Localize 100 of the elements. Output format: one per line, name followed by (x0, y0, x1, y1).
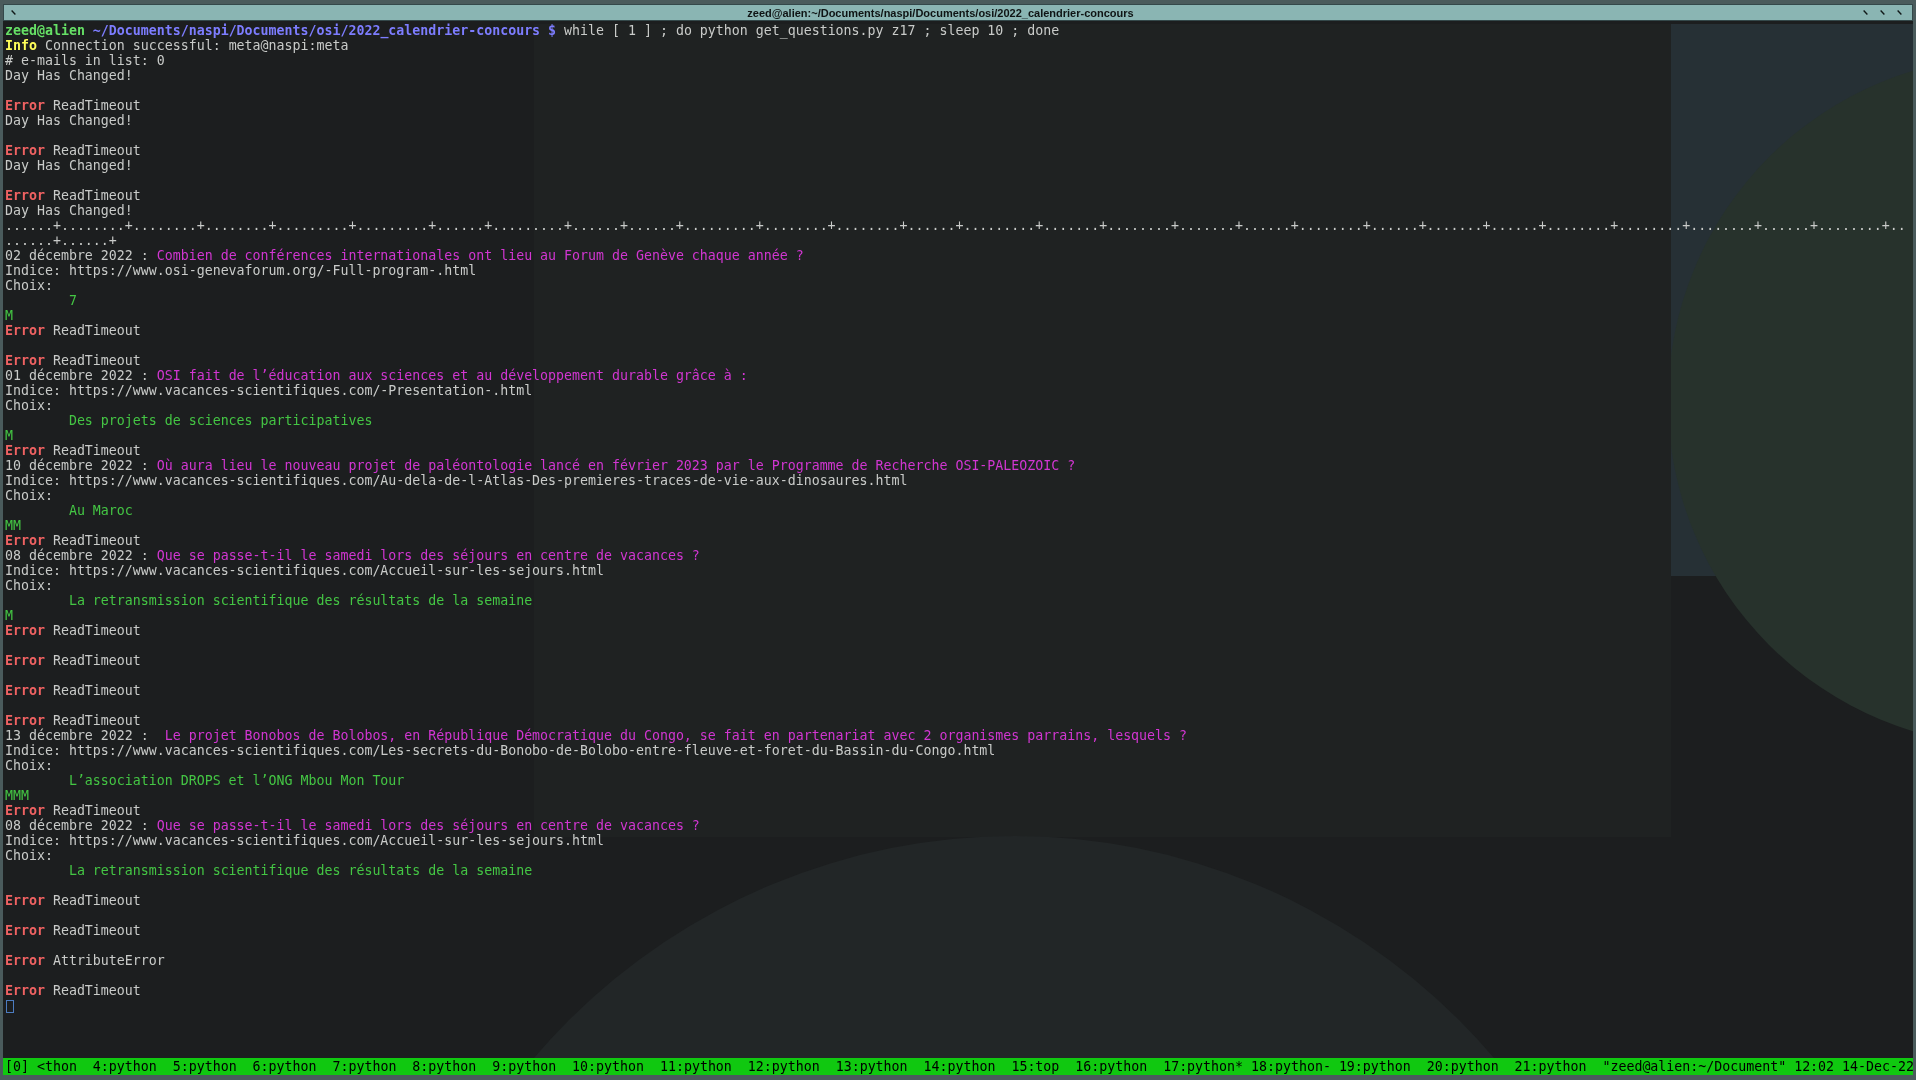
log-level-label: Error (5, 713, 45, 728)
window-tab[interactable]: 18:python- (1251, 1058, 1331, 1075)
output-line: Choix: (5, 758, 53, 773)
log-message: ReadTimeout (52, 983, 141, 998)
window-title: zeed@alien:~/Documents/naspi/Documents/osi/2022_calendrier-concours (747, 6, 1134, 19)
output-line: # e-mails in list: 0 (5, 53, 165, 68)
answer-text: L’association DROPS et l’ONG Mbou Mon Tour (68, 773, 405, 788)
output-line: Indice: https://www.vacances-scientifiques.com/-Presentation-.html (5, 383, 533, 398)
output-line: Choix: (5, 278, 53, 293)
log-message: ReadTimeout (52, 353, 141, 368)
window-tab[interactable]: 17:python* (1163, 1058, 1244, 1075)
log-message: ReadTimeout (52, 683, 141, 698)
output-line: Day Has Changed! (5, 203, 133, 218)
window-tab[interactable]: 16:python (1075, 1058, 1148, 1075)
question-date: 08 décembre 2022 : (5, 818, 149, 833)
mark-text: M (5, 608, 13, 623)
window-tab[interactable]: 10:python (572, 1058, 644, 1075)
prompt-symbol: $ (548, 23, 557, 38)
window-tab[interactable]: 11:python (659, 1058, 732, 1075)
log-level-label: Error (5, 353, 45, 368)
window-tab[interactable]: 9:python (492, 1058, 557, 1075)
window-tab[interactable]: 7:python (332, 1058, 397, 1075)
answer-text: La retransmission scientifique des résultats de la semaine (68, 863, 533, 878)
output-line: Choix: (5, 578, 53, 593)
clock-time: 12:02 (1794, 1058, 1835, 1075)
question-date: 01 décembre 2022 : (5, 368, 149, 383)
window-tab[interactable]: 20:python (1426, 1058, 1499, 1075)
mark-text: MM (5, 518, 21, 533)
log-level-label: Error (5, 443, 45, 458)
output-line: ......+........+........+........+.........+.........+......+.........+......+......+.........+........+........+......+.........+.......+........+.......+......+........+......+.......+......+........+........+........+......+........+.. (5, 218, 1906, 233)
window-tab[interactable]: 14:python (923, 1058, 996, 1075)
output-line: Indice: https://www.vacances-scientifiques.com/Au-dela-de-l-Atlas-Des-premieres-traces-de-vie-aux-dinosaures.html (5, 473, 908, 488)
question-date: 08 décembre 2022 : (5, 548, 149, 563)
output-line: Day Has Changed! (5, 68, 133, 83)
log-level-label: Error (5, 923, 45, 938)
output-line: Indice: https://www.vacances-scientifiques.com/Les-secrets-du-Bonobo-de-Bolobo-entre-fleuve-et-foret-du-Bassin-du-Congo.html (5, 743, 996, 758)
clock-date: 14-Dec-22 (1842, 1058, 1913, 1075)
log-level-label: Error (5, 653, 45, 668)
window-control-icon[interactable] (1863, 10, 1868, 15)
answer-text: La retransmission scientifique des résultats de la semaine (68, 593, 533, 608)
output-line: Choix: (5, 398, 53, 413)
log-message: ReadTimeout (52, 98, 141, 113)
question-text: OSI fait de l’éducation aux sciences et au développement durable grâce à : (156, 368, 748, 383)
log-message: ReadTimeout (52, 623, 141, 638)
mark-text: M (5, 428, 13, 443)
window-tab[interactable]: 5:python (172, 1058, 237, 1075)
mark-text: MMM (5, 788, 29, 803)
output-line: Indice: https://www.vacances-scientifiques.com/Accueil-sur-les-sejours.html (5, 833, 604, 848)
question-text: Le projet Bonobos de Bolobos, en République Démocratique du Congo, se fait en partenariat avec 2 organismes parrains, lesquels ? (163, 728, 1188, 743)
answer-text: Au Maroc (68, 503, 133, 518)
window-tab[interactable]: 15:top (1011, 1058, 1060, 1075)
window-tab[interactable]: 13:python (835, 1058, 908, 1075)
question-date: 10 décembre 2022 : (5, 458, 149, 473)
question-text: Combien de conférences internationales ont lieu au Forum de Genève chaque année ? (156, 248, 804, 263)
text-cursor (6, 999, 14, 1013)
output-line: Choix: (5, 488, 53, 503)
window-menu-icon[interactable] (11, 10, 16, 15)
log-message: ReadTimeout (52, 323, 141, 338)
log-level-label: Error (5, 533, 45, 548)
output-line: Day Has Changed! (5, 158, 133, 173)
output-line: Choix: (5, 848, 53, 863)
window-tab[interactable]: 8:python (412, 1058, 477, 1075)
output-line: Indice: https://www.vacances-scientifiques.com/Accueil-sur-les-sejours.html (5, 563, 604, 578)
log-message: ReadTimeout (52, 803, 141, 818)
output-line: ......+......+ (5, 233, 117, 248)
window-control-icon[interactable] (1880, 10, 1885, 15)
command-text: while [ 1 ] ; do python get_questions.py z17 ; sleep 10 ; done (564, 23, 1060, 38)
window-tab[interactable]: 19:python (1338, 1058, 1411, 1075)
log-message: ReadTimeout (52, 893, 141, 908)
pane-title: "zeed@alien:~/Document" (1602, 1058, 1787, 1075)
mark-text: M (5, 308, 13, 323)
log-message: ReadTimeout (52, 443, 141, 458)
log-message: ReadTimeout (52, 653, 141, 668)
log-level-label: Error (5, 893, 45, 908)
window-tab[interactable]: 6:python (252, 1058, 317, 1075)
output-line: Indice: https://www.osi-genevaforum.org/-Full-program-.html (5, 263, 477, 278)
log-level-label: Error (5, 143, 45, 158)
question-date: 13 décembre 2022 : (5, 728, 149, 743)
log-message: ReadTimeout (52, 188, 141, 203)
window-tab[interactable]: 4:python (92, 1058, 157, 1075)
window-control-icon[interactable] (1897, 10, 1902, 15)
question-text: Où aura lieu le nouveau projet de paléontologie lancé en février 2023 par le Programme de Recherche OSI-PALEOZOIC ? (156, 458, 1076, 473)
question-text: Que se passe-t-il le samedi lors des séjours en centre de vacances ? (156, 548, 700, 563)
log-message: ReadTimeout (52, 533, 141, 548)
log-level-label: Error (5, 623, 45, 638)
log-level-label: Error (5, 803, 45, 818)
window-tab[interactable]: 21:python (1514, 1058, 1587, 1075)
window-tab[interactable]: 12:python (747, 1058, 820, 1075)
log-message: AttributeError (52, 953, 165, 968)
question-date: 02 décembre 2022 : (5, 248, 149, 263)
log-message: Connection successful: meta@naspi:meta (44, 38, 349, 53)
log-level-label: Error (5, 953, 45, 968)
log-level-label: Error (5, 683, 45, 698)
window-tab[interactable]: <thon (36, 1058, 77, 1075)
answer-text: Des projets de sciences participatives (68, 413, 373, 428)
log-level-label: Error (5, 983, 45, 998)
session-label: [0] (5, 1058, 29, 1075)
output-line: Day Has Changed! (5, 113, 133, 128)
prompt-user-host: zeed@alien (5, 23, 85, 38)
log-level-label: Error (5, 323, 45, 338)
